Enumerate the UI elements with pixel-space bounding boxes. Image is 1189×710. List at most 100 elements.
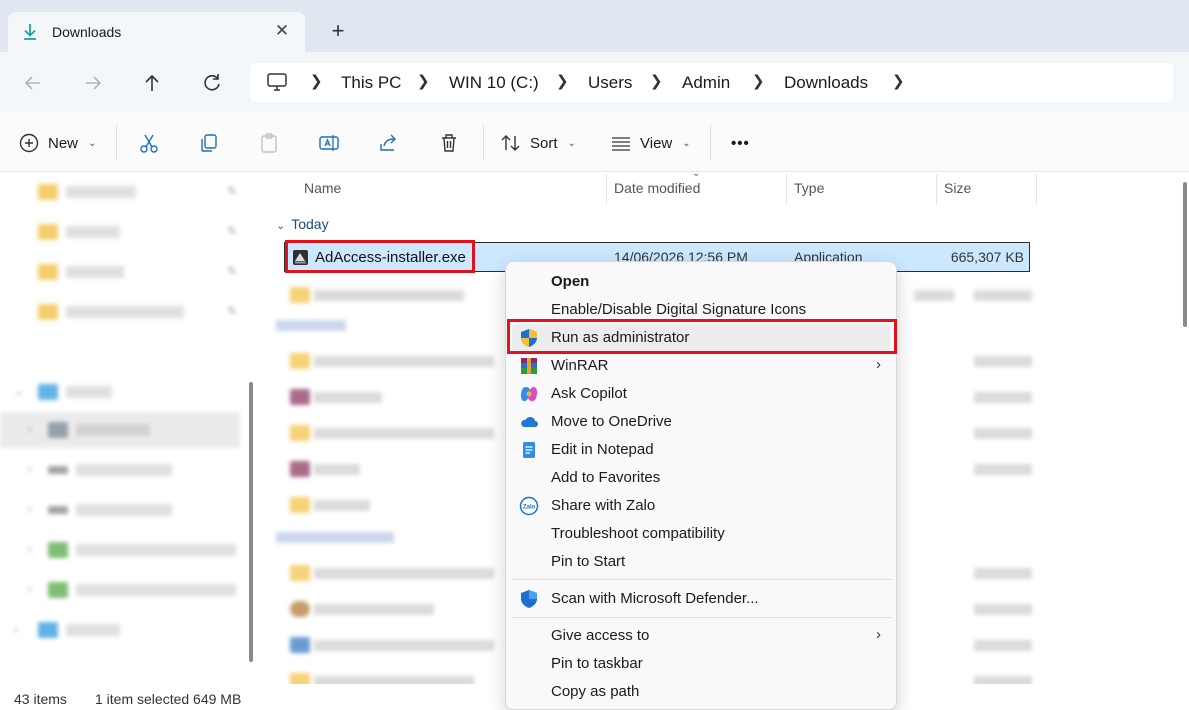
file-name-placeholder — [314, 676, 474, 684]
nav-item-pinned-folder[interactable]: ✎ — [0, 254, 240, 290]
pin-icon: ✎ — [227, 224, 238, 238]
menu-item-digital-signature[interactable]: Enable/Disable Digital Signature Icons — [512, 296, 890, 324]
zip-folder-icon — [290, 287, 310, 303]
view-button[interactable]: View ⌄ — [610, 130, 691, 156]
column-header-type[interactable]: Type — [794, 180, 824, 196]
nav-item-pinned-folder[interactable]: ✎ — [0, 214, 240, 250]
breadcrumb-downloads[interactable]: Downloads — [784, 73, 868, 93]
column-header-name[interactable]: Name — [304, 180, 341, 196]
column-header-size[interactable]: Size — [944, 180, 971, 196]
group-header-today[interactable]: ⌄ Today — [276, 216, 329, 232]
more-options-button[interactable]: ••• — [731, 130, 750, 156]
cut-button[interactable] — [138, 130, 160, 156]
breadcrumb-users[interactable]: Users — [588, 73, 632, 93]
google-drive-icon — [48, 542, 68, 558]
breadcrumb-separator-icon[interactable]: ❯ — [892, 72, 905, 90]
menu-item-label: Move to OneDrive — [551, 413, 672, 430]
nav-item-cloud-drive[interactable]: › — [0, 572, 240, 608]
tab-downloads[interactable]: Downloads ✕ — [8, 12, 305, 52]
nav-item-label — [76, 464, 172, 476]
share-button[interactable] — [378, 130, 400, 156]
rename-button[interactable] — [318, 130, 340, 156]
file-list-scrollbar[interactable] — [1183, 182, 1187, 327]
breadcrumb-separator-icon: ❯ — [650, 73, 663, 90]
menu-item-edit-in-notepad[interactable]: Edit in Notepad — [512, 436, 890, 464]
address-bar[interactable]: ❯ This PC ❯ WIN 10 (C:) ❯ Users ❯ Admin … — [250, 63, 1173, 102]
clipboard-icon — [261, 133, 277, 153]
nav-item-network[interactable]: › — [0, 612, 240, 648]
pin-icon: ✎ — [227, 184, 238, 198]
navigation-pane: ✎ ✎ ✎ ✎ ⌄ › › › › › › — [0, 172, 260, 684]
chevron-down-icon: ⌄ — [682, 137, 691, 149]
context-menu: Open Enable/Disable Digital Signature Ic… — [505, 261, 897, 710]
menu-item-give-access-to[interactable]: Give access to › — [512, 622, 890, 650]
file-size-placeholder — [974, 604, 1032, 615]
menu-item-copy-as-path[interactable]: Copy as path — [512, 678, 890, 706]
group-header[interactable] — [276, 530, 394, 546]
defender-icon — [521, 590, 537, 608]
zalo-icon: Zalo — [519, 496, 539, 516]
nav-item-drive[interactable]: › — [0, 452, 240, 488]
nav-item-pinned-folder[interactable]: ✎ — [0, 294, 240, 330]
file-name-placeholder — [314, 464, 360, 475]
column-header-date[interactable]: Date modified — [614, 180, 700, 196]
forward-button[interactable] — [80, 70, 106, 96]
new-label: New — [48, 134, 79, 152]
file-size-placeholder — [974, 290, 1032, 301]
nav-item-cloud-drive[interactable]: › — [0, 532, 240, 568]
copilot-icon — [520, 386, 538, 402]
copy-button[interactable] — [198, 130, 220, 156]
breadcrumb-admin[interactable]: Admin — [682, 73, 730, 93]
nav-item-drive-c[interactable]: › — [0, 412, 240, 448]
refresh-button[interactable] — [199, 70, 225, 96]
menu-item-add-to-favorites[interactable]: Add to Favorites — [512, 464, 890, 492]
chevron-right-icon: › — [14, 622, 18, 636]
nav-item-drive[interactable]: › — [0, 492, 240, 528]
menu-item-scan-with-defender[interactable]: Scan with Microsoft Defender... — [512, 585, 890, 613]
chevron-down-icon: ⌄ — [88, 137, 97, 149]
menu-item-share-with-zalo[interactable]: Zalo Share with Zalo — [512, 492, 890, 520]
selection-info: 1 item selected 649 MB — [95, 691, 242, 707]
group-label-placeholder — [276, 320, 346, 331]
column-divider[interactable] — [786, 174, 787, 204]
view-list-icon — [612, 137, 630, 151]
new-button[interactable]: New ⌄ — [18, 130, 96, 156]
menu-item-pin-to-start[interactable]: Pin to Start — [512, 548, 890, 576]
up-button[interactable] — [139, 70, 165, 96]
column-divider[interactable] — [606, 174, 607, 204]
menu-item-open[interactable]: Open — [512, 268, 890, 296]
paste-button[interactable] — [258, 130, 280, 156]
onedrive-icon — [521, 416, 538, 427]
column-divider[interactable] — [1036, 174, 1037, 204]
menu-item-label: Edit in Notepad — [551, 441, 654, 458]
menu-item-winrar[interactable]: WinRAR › — [512, 352, 890, 380]
breadcrumb-drive[interactable]: WIN 10 (C:) — [449, 73, 539, 93]
group-header[interactable] — [276, 318, 346, 334]
column-divider[interactable] — [936, 174, 937, 204]
menu-separator — [512, 579, 892, 580]
close-tab-icon[interactable]: ✕ — [271, 20, 293, 42]
breadcrumb-this-pc[interactable]: This PC — [341, 73, 401, 93]
nav-item-this-pc[interactable]: ⌄ — [0, 374, 240, 410]
sort-button[interactable]: Sort ⌄ — [500, 130, 576, 156]
file-name-placeholder — [314, 568, 494, 579]
this-pc-icon — [267, 73, 287, 91]
file-name-placeholder — [314, 604, 434, 615]
command-bar: New ⌄ Sort ⌄ View ⌄ ••• — [0, 112, 1189, 172]
pin-icon: ✎ — [227, 304, 238, 318]
file-size-placeholder — [974, 464, 1032, 475]
menu-item-move-to-onedrive[interactable]: Move to OneDrive — [512, 408, 890, 436]
delete-button[interactable] — [438, 130, 460, 156]
new-tab-button[interactable]: + — [325, 20, 351, 46]
nav-item-label — [66, 624, 120, 636]
file-name-placeholder — [314, 356, 494, 367]
menu-item-label: Pin to taskbar — [551, 655, 643, 672]
navigation-scrollbar[interactable] — [249, 382, 253, 662]
menu-item-ask-copilot[interactable]: Ask Copilot — [512, 380, 890, 408]
nav-item-pinned-folder[interactable]: ✎ — [0, 174, 240, 210]
menu-item-troubleshoot-compatibility[interactable]: Troubleshoot compatibility — [512, 520, 890, 548]
toolbar-divider — [483, 124, 484, 160]
back-button[interactable] — [20, 70, 46, 96]
menu-item-pin-to-taskbar[interactable]: Pin to taskbar — [512, 650, 890, 678]
menu-item-run-as-admin[interactable]: Run as administrator — [512, 324, 890, 352]
